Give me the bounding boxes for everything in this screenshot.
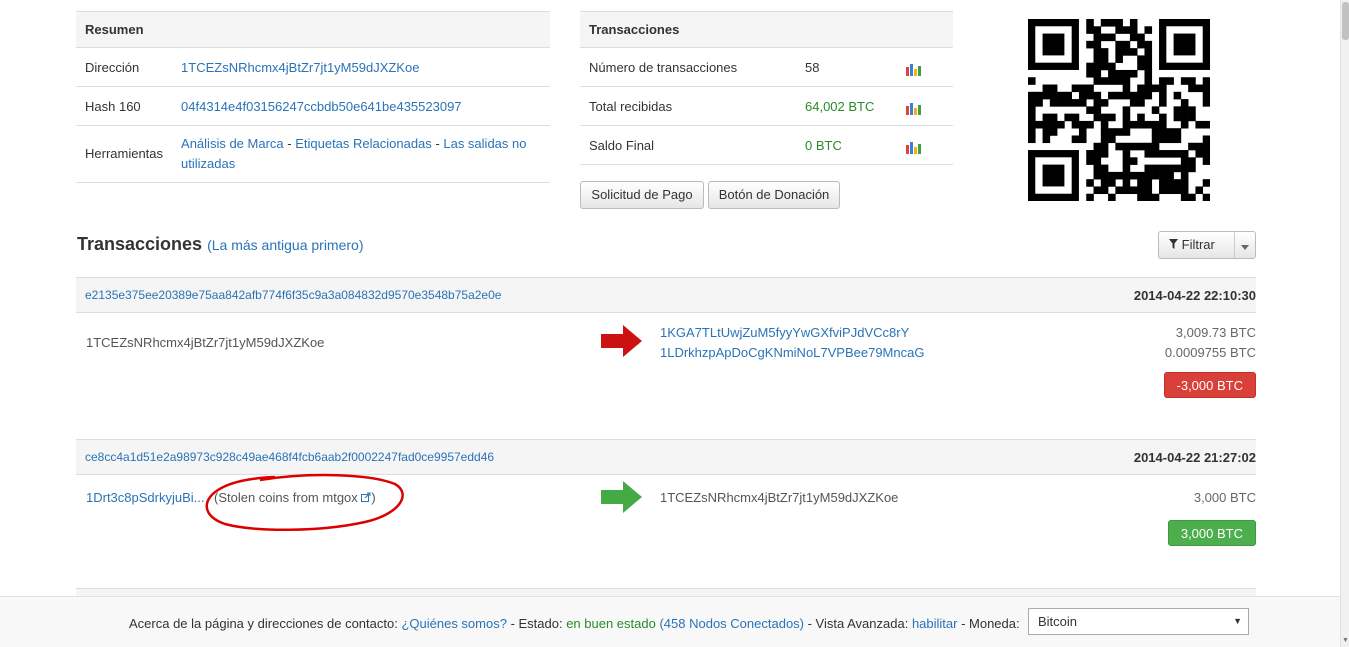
transactions-title: Transacciones: [77, 234, 203, 254]
bar-chart-icon[interactable]: [905, 101, 921, 115]
final-balance-label: Saldo Final: [580, 125, 796, 165]
nodes-link[interactable]: (458 Nodos Conectados): [659, 616, 804, 631]
currency-label: - Moneda:: [957, 616, 1020, 631]
stats-header: Transacciones: [580, 11, 953, 48]
red-annotation-circle: [205, 473, 404, 531]
summary-header: Resumen: [76, 11, 550, 48]
footer-text: Acerca de la página y direcciones de con…: [129, 616, 1020, 631]
output-amount: 3,009.73 BTC: [1175, 325, 1256, 340]
brand-analysis-link[interactable]: Análisis de Marca: [181, 136, 284, 151]
input-address: 1TCEZsNRhcmx4jBtZr7jt1yM59dJXZKoe: [86, 335, 325, 350]
tools-separator: -: [431, 136, 444, 151]
hash160-label: Hash 160: [76, 86, 173, 126]
final-balance-value: 0 BTC: [796, 125, 896, 165]
arrow-right-green-icon: [601, 479, 643, 518]
payment-request-button[interactable]: Solicitud de Pago: [580, 181, 704, 209]
filter-label: Filtrar: [1181, 237, 1215, 252]
status-value: en buen estado: [566, 616, 656, 631]
num-tx-label: Número de transacciones: [580, 47, 796, 87]
sort-order-link[interactable]: (La más antigua primero): [207, 237, 363, 253]
donation-button[interactable]: Botón de Donación: [708, 181, 840, 209]
related-tags-link[interactable]: Etiquetas Relacionadas: [295, 136, 432, 151]
hash160-link[interactable]: 04f4314e4f03156247ccbdb50e641be435523097: [181, 99, 462, 114]
transaction-date: 2014-04-22 21:27:02: [1133, 450, 1256, 465]
currency-value: Bitcoin: [1038, 614, 1078, 629]
total-received-value: 64,002 BTC: [796, 86, 896, 126]
transaction-hash-link[interactable]: ce8cc4a1d51e2a98973c928c49ae468f4fcb6aab…: [85, 450, 494, 464]
footer: Acerca de la página y direcciones de con…: [0, 596, 1340, 647]
transaction-total-badge: -3,000 BTC: [1163, 372, 1256, 398]
total-received-label: Total recibidas: [580, 86, 796, 126]
transaction-date: 2014-04-22 22:10:30: [1133, 288, 1256, 303]
who-we-are-link[interactable]: ¿Quiénes somos?: [401, 616, 507, 631]
output-amount: 0.0009755 BTC: [1164, 345, 1256, 360]
transaction-header: e2135e375ee20389e75aa842afb774f6f35c9a3a…: [76, 277, 1256, 313]
scroll-down-arrow-icon[interactable]: ▼: [1342, 637, 1349, 645]
advanced-view-label: - Vista Avanzada:: [804, 616, 912, 631]
output-amount: 3,000 BTC: [1193, 490, 1256, 505]
address-label: Dirección: [76, 47, 173, 87]
bar-chart-icon[interactable]: [905, 62, 921, 76]
funnel-icon: [1169, 237, 1178, 252]
address-link[interactable]: 1TCEZsNRhcmx4jBtZr7jt1yM59dJXZKoe: [181, 60, 419, 75]
scrollbar-thumb[interactable]: [1342, 2, 1349, 40]
filter-button[interactable]: Filtrar: [1158, 231, 1256, 259]
qr-code: [1028, 19, 1210, 201]
transaction-total-badge: 3,000 BTC: [1167, 520, 1256, 546]
caret-down-icon: [1241, 238, 1249, 253]
num-tx-value: 58: [796, 47, 896, 87]
transaction-hash-link[interactable]: e2135e375ee20389e75aa842afb774f6f35c9a3a…: [85, 288, 501, 302]
scrollbar[interactable]: ▼: [1340, 0, 1349, 647]
output-address: 1TCEZsNRhcmx4jBtZr7jt1yM59dJXZKoe: [660, 490, 899, 505]
tools-label: Herramientas: [76, 125, 173, 183]
summary-table: Resumen Dirección 1TCEZsNRhcmx4jBtZr7jt1…: [76, 11, 550, 183]
output-address-link[interactable]: 1LDrkhzpApDoCgKNmiNoL7VPBee79MncaG: [660, 345, 924, 360]
tools-separator: -: [283, 136, 296, 151]
transaction-stats-table: Transacciones Número de transacciones 58…: [580, 11, 953, 165]
status-label: - Estado:: [506, 616, 567, 631]
bar-chart-icon[interactable]: [905, 140, 921, 154]
about-text: Acerca de la página y direcciones de con…: [129, 616, 402, 631]
transaction-item: e2135e375ee20389e75aa842afb774f6f35c9a3a…: [76, 277, 1256, 427]
currency-select[interactable]: Bitcoin ▼: [1028, 608, 1249, 635]
enable-advanced-link[interactable]: habilitar: [912, 616, 958, 631]
tools-links: Análisis de Marca - Etiquetas Relacionad…: [172, 125, 550, 183]
select-arrow-icon: ▼: [1233, 616, 1242, 626]
filter-main[interactable]: Filtrar: [1159, 232, 1235, 258]
input-address-link[interactable]: 1Drt3c8pSdrkyjuBi...: [86, 490, 205, 505]
transactions-heading: Transacciones (La más antigua primero): [77, 234, 364, 255]
output-address-link[interactable]: 1KGA7TLtUwjZuM5fyyYwGXfviPJdVCc8rY: [660, 325, 909, 340]
filter-dropdown-toggle[interactable]: [1235, 232, 1255, 258]
arrow-right-red-icon: [601, 323, 643, 362]
